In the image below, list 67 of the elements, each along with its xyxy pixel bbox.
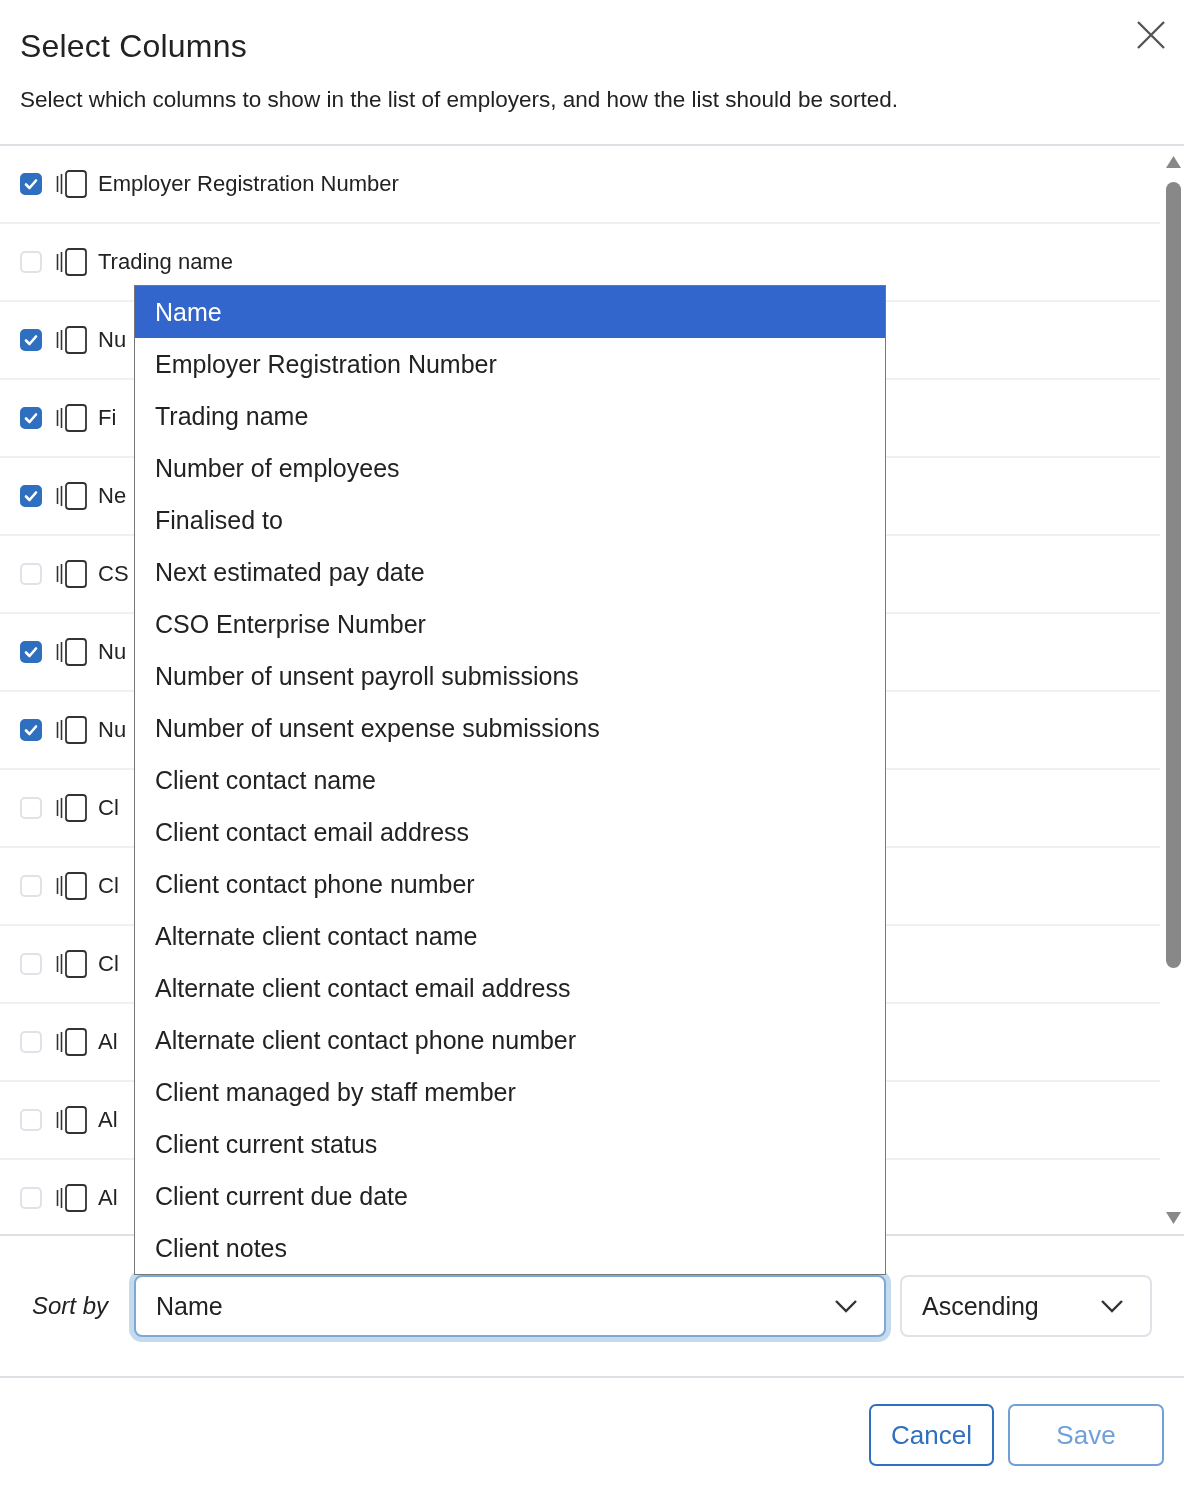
column-drag-icon[interactable] (56, 1028, 88, 1056)
column-drag-icon[interactable] (56, 872, 88, 900)
dropdown-option[interactable]: Client managed by staff member (135, 1066, 885, 1118)
column-label: Nu (98, 717, 127, 743)
dropdown-option[interactable]: Alternate client contact email address (135, 962, 885, 1014)
column-label: Cl (98, 873, 119, 899)
dialog-description: Select which columns to show in the list of employers, and how the list should be sorted. (20, 87, 898, 113)
close-button[interactable] (1136, 20, 1166, 50)
column-label: Trading name (98, 249, 233, 275)
dropdown-option[interactable]: Client contact email address (135, 806, 885, 858)
column-drag-icon[interactable] (56, 1184, 88, 1212)
dropdown-option[interactable]: Employer Registration Number (135, 338, 885, 390)
dropdown-option[interactable]: Number of unsent payroll submissions (135, 650, 885, 702)
dialog-title: Select Columns (20, 28, 248, 65)
dropdown-option[interactable]: Client contact phone number (135, 858, 885, 910)
sort-order-select[interactable]: Ascending (900, 1275, 1152, 1337)
dropdown-option[interactable]: Client notes (135, 1222, 885, 1274)
dropdown-option[interactable]: Number of unsent expense submissions (135, 702, 885, 754)
column-drag-icon[interactable] (56, 248, 88, 276)
dropdown-option[interactable]: Client contact name (135, 754, 885, 806)
chevron-down-icon (834, 1299, 858, 1313)
chevron-down-icon (1100, 1299, 1124, 1313)
column-drag-icon[interactable] (56, 1106, 88, 1134)
dropdown-option[interactable]: Name (135, 286, 885, 338)
check-icon (24, 412, 38, 424)
dropdown-option[interactable]: Next estimated pay date (135, 546, 885, 598)
dialog-button[interactable]: Cancel (869, 1404, 994, 1466)
dropdown-option[interactable]: Alternate client contact phone number (135, 1014, 885, 1066)
column-label: CS (98, 561, 129, 587)
column-label: Ne (98, 483, 127, 509)
column-label: Fi (98, 405, 117, 431)
dropdown-option[interactable]: CSO Enterprise Number (135, 598, 885, 650)
column-drag-icon[interactable] (56, 794, 88, 822)
column-drag-icon[interactable] (56, 560, 88, 588)
checkbox[interactable] (20, 485, 42, 507)
dropdown-option[interactable]: Trading name (135, 390, 885, 442)
column-drag-icon[interactable] (56, 404, 88, 432)
column-drag-icon[interactable] (56, 716, 88, 744)
check-icon (24, 178, 38, 190)
column-drag-icon[interactable] (56, 638, 88, 666)
dropdown-option[interactable]: Client current due date (135, 1170, 885, 1222)
checkbox[interactable] (20, 329, 42, 351)
column-drag-icon[interactable] (56, 482, 88, 510)
column-drag-icon[interactable] (56, 326, 88, 354)
sort-by-label: Sort by (32, 1292, 110, 1320)
column-label: Al (98, 1185, 118, 1211)
checkbox[interactable] (20, 407, 42, 429)
column-label: Nu (98, 639, 127, 665)
dropdown-option[interactable]: Finalised to (135, 494, 885, 546)
dropdown-option[interactable]: Client current status (135, 1118, 885, 1170)
column-label: Nu (98, 327, 127, 353)
dropdown-option[interactable]: Alternate client contact name (135, 910, 885, 962)
checkbox[interactable] (20, 641, 42, 663)
check-icon (24, 724, 38, 736)
check-icon (24, 646, 38, 658)
checkbox[interactable] (20, 173, 42, 195)
column-label: Cl (98, 951, 119, 977)
checkbox[interactable] (20, 719, 42, 741)
column-drag-icon[interactable] (56, 170, 88, 198)
column-label: Cl (98, 795, 119, 821)
column-label: Employer Registration Number (98, 171, 399, 197)
column-label: Al (98, 1107, 118, 1133)
check-icon (24, 334, 38, 346)
column-label: Al (98, 1029, 118, 1055)
dropdown-option[interactable]: Number of employees (135, 442, 885, 494)
column-drag-icon[interactable] (56, 950, 88, 978)
check-icon (24, 490, 38, 502)
